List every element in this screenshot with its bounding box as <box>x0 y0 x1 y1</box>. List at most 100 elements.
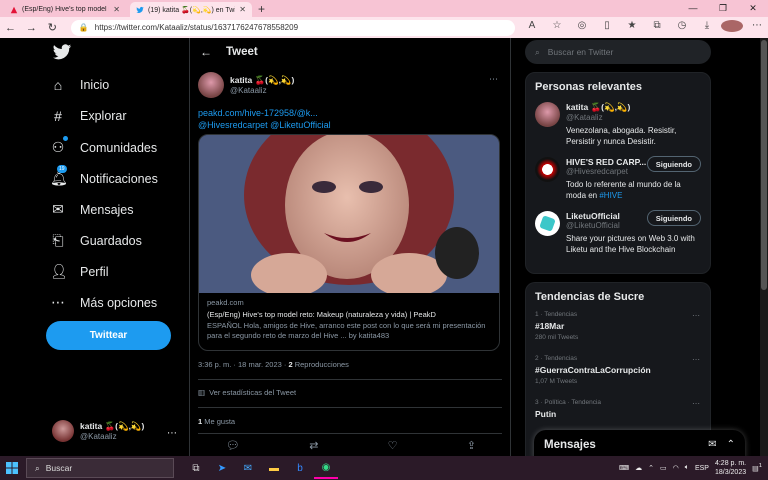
person-item[interactable]: katita 🍒(💫,💫) @Kataaliz Venezolana, abog… <box>526 97 710 152</box>
following-button[interactable]: Siguiendo <box>646 210 701 226</box>
scrollbar[interactable] <box>760 38 768 456</box>
more-dots-icon[interactable]: ⋯ <box>692 355 700 364</box>
more-dots-icon[interactable]: ⋯ <box>692 311 700 320</box>
person-bio: Share your pictures on Web 3.0 with Like… <box>566 234 695 254</box>
more-dots-icon[interactable]: ⋯ <box>489 74 498 85</box>
keyboard-icon[interactable]: ⌨ <box>619 464 629 472</box>
close-tab-icon[interactable]: ✕ <box>239 5 246 14</box>
messages-drawer[interactable]: Mensajes ✉ ⌃ <box>534 430 745 459</box>
person-item[interactable]: HIVE'S RED CARP... @Hivesredcarpet Todo … <box>526 152 710 206</box>
account-avatar[interactable] <box>721 20 744 35</box>
start-button[interactable] <box>0 456 24 480</box>
tweet-button[interactable]: Twittear <box>46 321 171 350</box>
collections-icon[interactable]: ⧉ <box>646 20 668 35</box>
new-message-icon[interactable]: ✉ <box>708 439 716 450</box>
clock[interactable]: 4:28 p. m. 18/3/2023 <box>715 459 746 477</box>
person-item[interactable]: LiketuOfficial @LiketuOfficial Share you… <box>526 206 710 260</box>
nav-item-mensajes[interactable]: ✉ Mensajes <box>50 201 133 218</box>
bing-icon[interactable]: b <box>288 457 312 479</box>
twitter-favicon-icon <box>136 6 144 13</box>
tweet-timestamp[interactable]: 3:36 p. m. · 18 mar. 2023 · <box>198 360 288 369</box>
cloud-icon[interactable]: ☁ <box>635 464 642 472</box>
card-description: ESPAÑOL Hola, amigos de Hive, arranco es… <box>207 321 486 340</box>
hashtag-link[interactable]: #HIVE <box>599 191 622 200</box>
task-view-icon[interactable]: ⧉ <box>184 457 208 479</box>
back-arrow-icon[interactable]: ← <box>0 22 21 34</box>
favorites-add-icon[interactable]: ☆ <box>546 20 568 35</box>
card-domain: peakd.com <box>207 298 244 307</box>
forward-arrow-icon[interactable]: → <box>21 22 42 34</box>
mail-app-icon[interactable]: ✉ <box>236 457 260 479</box>
tweet-column: ← Tweet katita 🍒(💫,💫) @Kataaliz ⋯ peakd.… <box>189 38 511 456</box>
likes-summary[interactable]: 1 Me gusta <box>198 417 235 426</box>
trend-item[interactable]: 1 · Tendencias #18Mar 280 mil Tweets ⋯ <box>526 307 710 351</box>
split-screen-icon[interactable]: ▯ <box>596 20 618 35</box>
avatar[interactable] <box>535 157 560 182</box>
nav-item-perfil[interactable]: 👤︎ Perfil <box>50 263 108 280</box>
tweet-author[interactable]: katita 🍒(💫,💫) @Kataaliz <box>198 72 294 98</box>
file-explorer-icon[interactable]: ▬ <box>262 457 286 479</box>
volume-icon[interactable]: 🔈︎ <box>685 464 689 472</box>
wifi-icon[interactable]: ◠ <box>673 464 679 472</box>
maximize-button[interactable]: ❐ <box>708 0 738 17</box>
language-indicator[interactable]: ESP <box>695 465 709 472</box>
minimize-button[interactable]: — <box>678 0 708 17</box>
reply-icon[interactable]: 💬︎ <box>226 439 240 452</box>
expand-icon[interactable]: ⌃ <box>727 439 735 450</box>
taskbar-search-placeholder: Buscar <box>45 463 73 473</box>
tweet-stats-link[interactable]: ▥ Ver estadísticas del Tweet <box>198 388 296 397</box>
nav-item-comunidades[interactable]: ⚇ Comunidades <box>50 136 157 156</box>
telegram-icon[interactable]: ➤ <box>210 457 234 479</box>
link-card[interactable]: peakd.com (Esp/Eng) Hive's top model ret… <box>198 134 500 351</box>
history-icon[interactable]: ◷ <box>671 20 693 35</box>
profile-name: katita 🍒(💫,💫) <box>80 421 145 431</box>
edge-browser-icon[interactable]: ◉ <box>314 457 338 479</box>
tweet-meta: 3:36 p. m. · 18 mar. 2023 · 2 Reproducci… <box>198 360 349 369</box>
extension-icon[interactable]: ◎ <box>571 20 593 35</box>
browser-tab-1[interactable]: (Esp/Eng) Hive's top model reto: ✕ <box>4 2 126 17</box>
scrollbar-thumb[interactable] <box>761 40 767 290</box>
new-tab-button[interactable]: + <box>258 2 265 17</box>
chevron-up-icon[interactable]: ⌃ <box>648 464 654 472</box>
account-switcher[interactable]: katita 🍒(💫,💫) @Kataaliz <box>52 420 144 442</box>
downloads-icon[interactable]: ⤓ <box>696 20 718 35</box>
nav-item-notificaciones[interactable]: 🔔︎ 19 Notificaciones <box>50 165 158 187</box>
person-name[interactable]: katita 🍒(💫,💫) <box>566 102 701 113</box>
close-window-button[interactable]: ✕ <box>738 0 768 17</box>
author-name[interactable]: katita 🍒(💫,💫) <box>230 75 294 86</box>
notifications-icon[interactable]: ▤1 <box>752 463 762 472</box>
more-dots-icon[interactable]: ⋯ <box>167 428 177 439</box>
nav-item-explorar[interactable]: # Explorar <box>50 108 126 124</box>
nav-item-inicio[interactable]: ⌂ Inicio <box>50 77 109 93</box>
nav-item-mas-opciones[interactable]: ⋯ Más opciones <box>50 294 157 311</box>
twitter-logo-icon[interactable] <box>52 42 72 62</box>
close-tab-icon[interactable]: ✕ <box>113 5 120 14</box>
trend-item[interactable]: 2 · Tendencias #GuerraContraLaCorrupción… <box>526 351 710 395</box>
search-input[interactable]: ⌕ Buscar en Twitter <box>525 40 711 64</box>
taskbar-search[interactable]: ⌕ Buscar <box>26 458 174 478</box>
browser-tab-2[interactable]: (19) katita 🍒(💫,💫) en Twitter: ✕ <box>130 2 252 17</box>
tweet-mentions[interactable]: @Hivesredcarpet @LiketuOfficial <box>198 119 331 131</box>
more-dots-icon[interactable]: ⋯ <box>692 399 700 408</box>
following-button[interactable]: Siguiendo <box>646 156 701 172</box>
avatar[interactable] <box>535 102 560 127</box>
network-icon[interactable]: ▭ <box>660 464 667 472</box>
messages-title: Mensajes <box>544 438 596 451</box>
system-tray: ⌨ ☁ ⌃ ▭ ◠ 🔈︎ ESP 4:28 p. m. 18/3/2023 ▤1 <box>619 456 768 480</box>
back-arrow-icon[interactable]: ← <box>200 45 212 59</box>
retweet-icon[interactable]: ⇄ <box>309 439 318 452</box>
nav-label: Notificaciones <box>80 171 158 186</box>
avatar[interactable] <box>535 211 560 236</box>
address-bar[interactable]: 🔒 https://twitter.com/Kataaliz/status/16… <box>70 19 516 36</box>
like-icon[interactable]: ♡ <box>388 439 398 452</box>
relevant-people-panel: Personas relevantes katita 🍒(💫,💫) @Kataa… <box>525 72 711 274</box>
share-icon[interactable]: ⇪ <box>467 439 476 452</box>
read-aloud-icon[interactable]: A <box>521 20 543 35</box>
favorites-icon[interactable]: ★ <box>621 20 643 35</box>
nav-item-guardados[interactable]: ⎗ Guardados <box>50 232 141 249</box>
tweet-link[interactable]: peakd.com/hive-172958/@k... <box>198 107 331 119</box>
avatar[interactable] <box>198 72 224 98</box>
menu-dots-icon[interactable]: ⋯ <box>746 20 768 35</box>
search-icon: ⌕ <box>535 46 540 57</box>
refresh-icon[interactable]: ↻ <box>42 21 63 34</box>
